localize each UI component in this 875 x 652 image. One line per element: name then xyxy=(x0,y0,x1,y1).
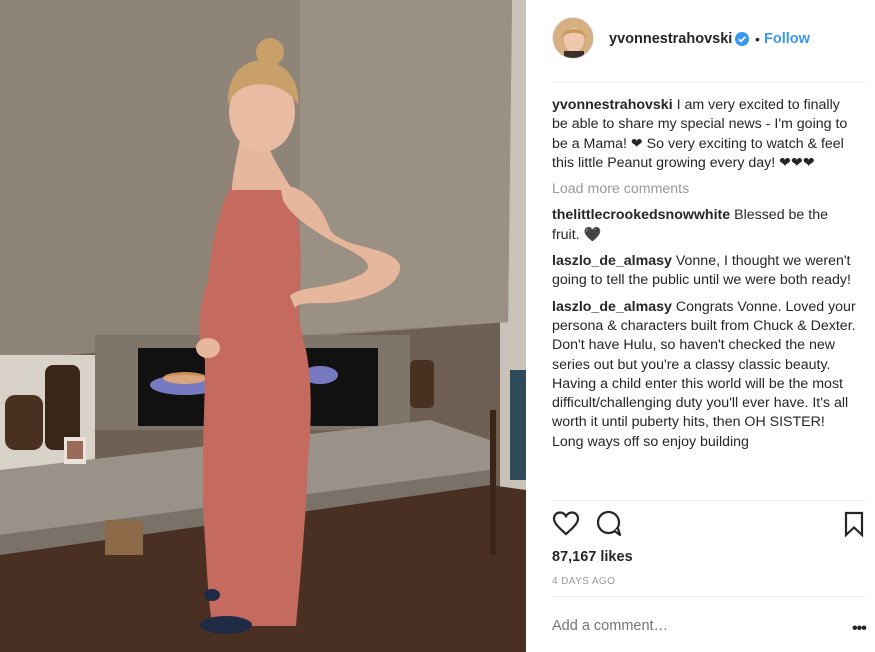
add-comment-input[interactable] xyxy=(552,618,822,634)
caption-username[interactable]: yvonnestrahovski xyxy=(552,97,673,113)
header-separator-dot: • xyxy=(755,31,760,47)
header-username[interactable]: yvonnestrahovski xyxy=(609,31,732,47)
comments-list[interactable]: yvonnestrahovski I am very excited to fi… xyxy=(552,96,857,500)
comment-username[interactable]: thelittlecrookedsnowwhite xyxy=(552,207,730,223)
post-actions xyxy=(552,510,866,540)
caption: yvonnestrahovski I am very excited to fi… xyxy=(552,96,857,173)
verified-badge-icon xyxy=(735,32,749,46)
load-more-comments-button[interactable]: Load more comments xyxy=(552,180,857,199)
comment-text: Congrats Vonne. Loved your persona & cha… xyxy=(552,298,856,450)
likes-count[interactable]: 87,167 likes xyxy=(552,549,633,565)
avatar[interactable] xyxy=(552,17,594,59)
comments-divider xyxy=(552,500,866,501)
comment-item: thelittlecrookedsnowwhite Blessed be the… xyxy=(552,206,857,245)
avatar-image xyxy=(553,18,593,58)
post-age[interactable]: 4 DAYS AGO xyxy=(552,576,615,587)
post-sidebar: yvonnestrahovski • Follow yvonnestrahovs… xyxy=(526,0,875,652)
more-options-icon[interactable]: ••• xyxy=(852,620,867,638)
photo-illustration xyxy=(0,0,526,652)
follow-button[interactable]: Follow xyxy=(764,31,810,47)
post-header: yvonnestrahovski • Follow xyxy=(526,0,875,82)
comment-item: laszlo_de_almasy Vonne, I thought we wer… xyxy=(552,252,857,291)
header-divider xyxy=(552,82,866,83)
bookmark-icon[interactable] xyxy=(840,510,868,538)
comment-bubble-icon[interactable] xyxy=(595,510,623,538)
footer-divider xyxy=(552,596,866,597)
post-photo[interactable] xyxy=(0,0,526,652)
comment-username[interactable]: laszlo_de_almasy xyxy=(552,299,672,315)
comment-item: laszlo_de_almasy Congrats Vonne. Loved y… xyxy=(552,298,857,452)
heart-icon[interactable] xyxy=(552,510,580,538)
comment-username[interactable]: laszlo_de_almasy xyxy=(552,253,672,269)
